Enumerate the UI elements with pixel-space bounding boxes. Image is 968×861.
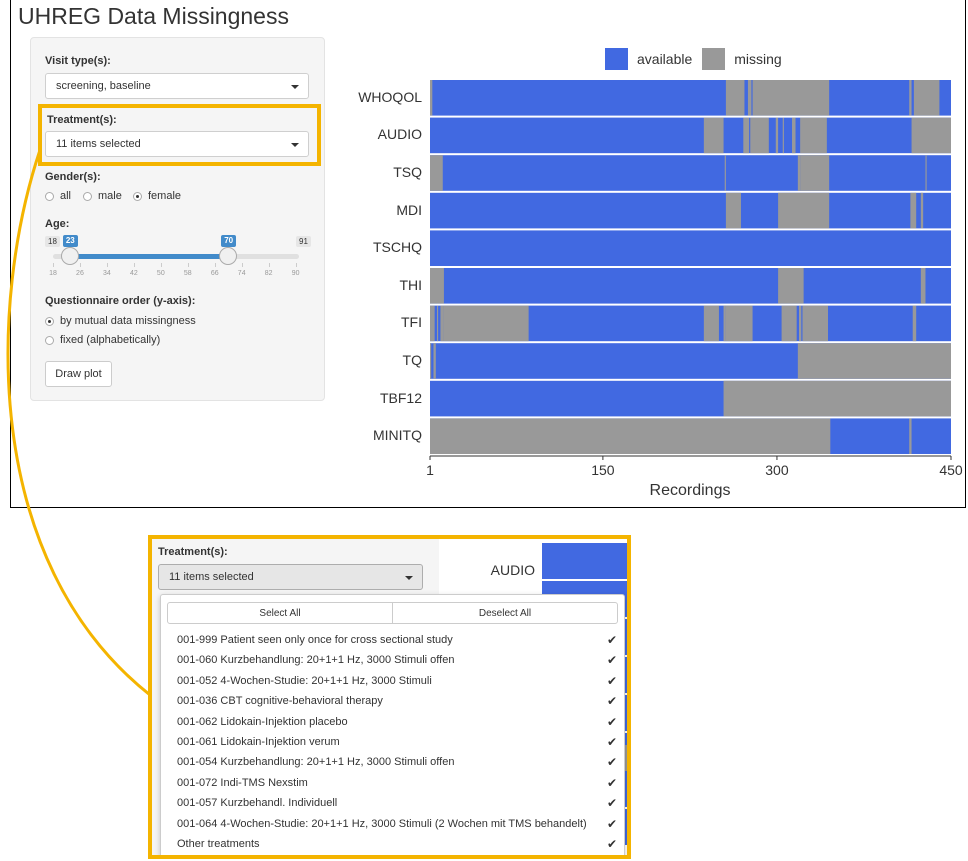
- treatment-option-label: 001-072 Indi-TMS Nexstim: [177, 776, 308, 789]
- treatment-option-label: Other treatments: [177, 838, 260, 850]
- checkmark-icon: ✔: [606, 796, 617, 811]
- treatment-option[interactable]: 001-062 Lidokain-Injektion placebo ✔: [177, 714, 617, 729]
- inset-treatment-select[interactable]: 11 items selected: [158, 564, 423, 590]
- checkmark-icon: ✔: [606, 633, 617, 647]
- select-buttons-group: Select All Deselect All: [167, 602, 618, 624]
- treatment-option-label: 001-060 Kurzbehandlung: 20+1+1 Hz, 3000 …: [177, 654, 455, 667]
- inset-ylabel-audio: AUDIO: [490, 562, 535, 578]
- inset-treatment-value: 11 items selected: [169, 571, 254, 583]
- treatment-option[interactable]: 001-061 Lidokain-Injektion verum ✔: [177, 735, 617, 749]
- treatment-option[interactable]: 001-064 4-Wochen-Studie: 20+1+1 Hz, 3000…: [177, 816, 617, 831]
- treatment-option[interactable]: 001-057 Kurzbehandl. Individuell ✔: [177, 796, 617, 811]
- treatment-option[interactable]: 001-052 4-Wochen-Studie: 20+1+1 Hz, 3000…: [177, 673, 617, 688]
- checkmark-icon: ✔: [606, 694, 617, 709]
- deselect-all-button[interactable]: Deselect All: [393, 603, 617, 623]
- checkmark-icon: ✔: [606, 755, 617, 770]
- checkmark-icon: ✔: [606, 653, 617, 668]
- inset-available-cell: [542, 543, 627, 579]
- treatment-option[interactable]: 001-072 Indi-TMS Nexstim ✔: [177, 775, 617, 790]
- chevron-down-icon: [405, 576, 413, 580]
- treatment-option-label: 001-054 Kurzbehandlung: 20+1+1 Hz, 3000 …: [177, 756, 455, 769]
- treatment-option[interactable]: 001-054 Kurzbehandlung: 20+1+1 Hz, 3000 …: [177, 755, 617, 770]
- treatment-option-label: 001-062 Lidokain-Injektion placebo: [177, 715, 348, 728]
- treatment-option-label: 001-064 4-Wochen-Studie: 20+1+1 Hz, 3000…: [177, 817, 587, 830]
- checkmark-icon: ✔: [606, 714, 617, 729]
- treatment-option-label: 001-036 CBT cognitive-behavioral therapy: [177, 695, 383, 708]
- treatment-option-label: 001-057 Kurzbehandl. Individuell: [177, 797, 338, 810]
- treatment-option[interactable]: 001-060 Kurzbehandlung: 20+1+1 Hz, 3000 …: [177, 653, 617, 668]
- checkmark-icon: ✔: [606, 775, 617, 790]
- treatment-option[interactable]: 001-036 CBT cognitive-behavioral therapy…: [177, 694, 617, 709]
- treatment-option-label: 001-999 Patient seen only once for cross…: [177, 634, 453, 646]
- treatment-option-label: 001-052 4-Wochen-Studie: 20+1+1 Hz, 3000…: [177, 674, 432, 687]
- zoom-inset: Treatment(s): 11 items selected AUDIO Se…: [148, 535, 631, 859]
- treatment-option-label: 001-061 Lidokain-Injektion verum: [177, 736, 340, 748]
- select-all-button[interactable]: Select All: [168, 603, 393, 623]
- treatment-dropdown-menu: Select All Deselect All 001-999 Patient …: [160, 594, 625, 855]
- treatment-option[interactable]: Other treatments ✔: [177, 837, 617, 851]
- checkmark-icon: ✔: [606, 837, 617, 851]
- checkmark-icon: ✔: [606, 673, 617, 688]
- checkmark-icon: ✔: [606, 735, 617, 749]
- treatment-option[interactable]: 001-999 Patient seen only once for cross…: [177, 633, 617, 647]
- checkmark-icon: ✔: [606, 816, 617, 831]
- inset-treatment-label: Treatment(s):: [158, 546, 228, 558]
